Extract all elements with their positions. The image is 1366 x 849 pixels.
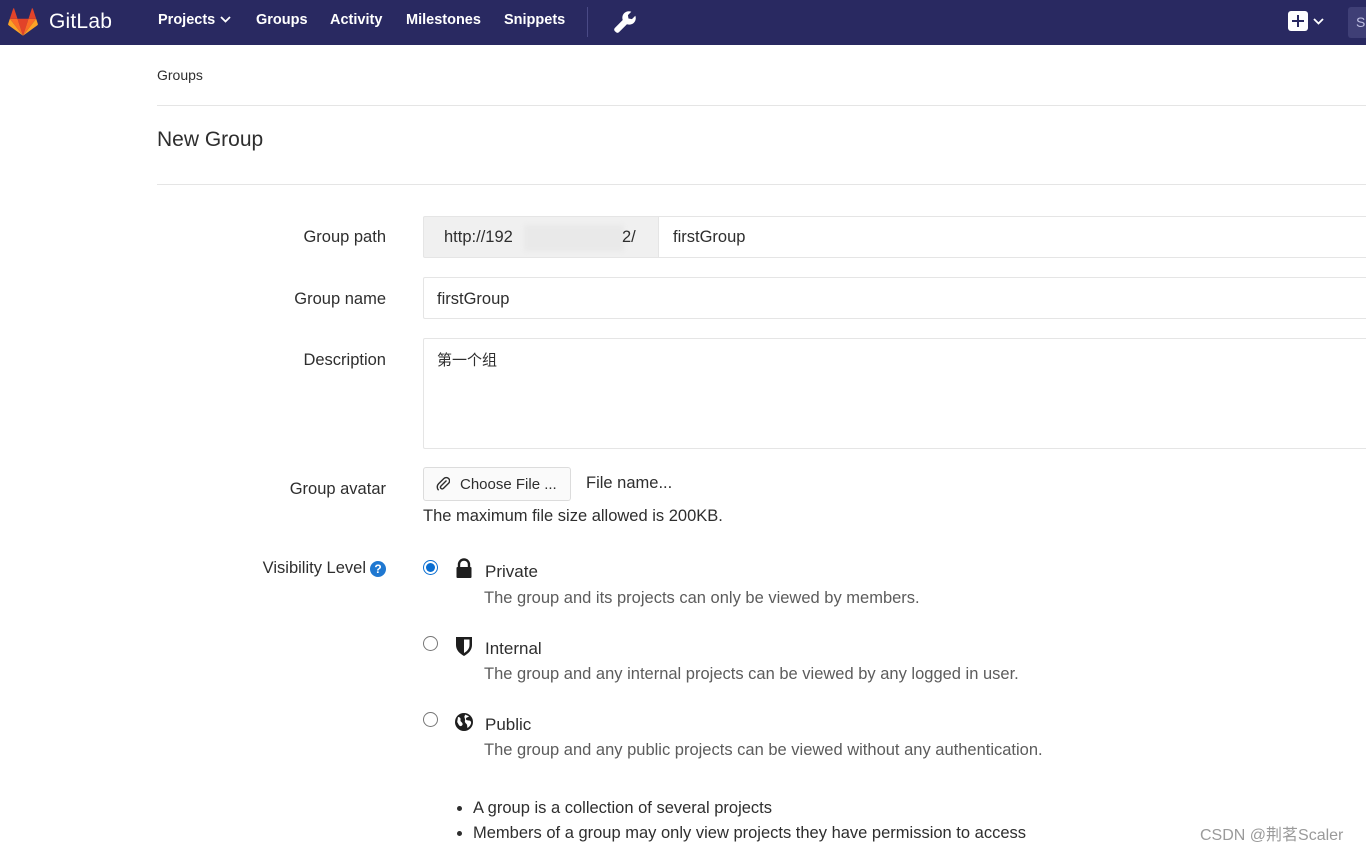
gitlab-logo-icon bbox=[8, 8, 38, 36]
avatar-size-hint: The maximum file size allowed is 200KB. bbox=[423, 507, 723, 525]
page-title: New Group bbox=[157, 128, 264, 151]
nav-projects[interactable]: Projects bbox=[158, 12, 231, 28]
plus-square-icon bbox=[1288, 11, 1308, 31]
choose-file-button[interactable]: Choose File ... bbox=[423, 467, 571, 501]
group-name-input[interactable]: firstGroup bbox=[423, 277, 1366, 319]
search-input[interactable]: S bbox=[1348, 7, 1366, 38]
chevron-down-icon bbox=[1313, 17, 1324, 25]
group-path-label: Group path bbox=[303, 228, 386, 246]
shield-icon bbox=[456, 637, 472, 656]
visibility-public-description: The group and any public projects can be… bbox=[484, 741, 1043, 759]
top-navbar: GitLab Projects Groups Activity Mileston… bbox=[0, 0, 1366, 45]
group-path-input[interactable]: firstGroup bbox=[658, 216, 1366, 258]
group-name-label: Group name bbox=[294, 290, 386, 308]
description-label: Description bbox=[303, 351, 386, 369]
visibility-public-radio[interactable] bbox=[423, 712, 438, 727]
visibility-level-text: Visibility Level bbox=[262, 559, 366, 577]
visibility-internal-radio[interactable] bbox=[423, 636, 438, 651]
visibility-internal-description: The group and any internal projects can … bbox=[484, 665, 1019, 683]
breadcrumb-divider bbox=[157, 105, 1366, 106]
lock-icon bbox=[456, 558, 472, 578]
visibility-level-label: Visibility Level? bbox=[157, 559, 386, 578]
visibility-private-radio[interactable] bbox=[423, 560, 438, 575]
group-path-prefix-end: 2/ bbox=[622, 228, 636, 246]
group-info-list: A group is a collection of several proje… bbox=[452, 796, 1026, 846]
chevron-down-icon bbox=[220, 16, 231, 23]
visibility-internal-title: Internal bbox=[485, 639, 542, 658]
group-path-prefix: http://192 2/ bbox=[423, 216, 659, 258]
nav-projects-label: Projects bbox=[158, 12, 216, 28]
paperclip-icon bbox=[436, 476, 450, 491]
description-textarea[interactable]: 第一个组 bbox=[423, 338, 1366, 449]
nav-milestones[interactable]: Milestones bbox=[406, 12, 481, 28]
visibility-private-description: The group and its projects can only be v… bbox=[484, 589, 920, 607]
selected-file-name: File name... bbox=[586, 474, 673, 492]
group-path-prefix-start: http://192 bbox=[444, 228, 513, 246]
nav-activity[interactable]: Activity bbox=[330, 12, 382, 28]
nav-divider bbox=[587, 7, 588, 37]
globe-icon bbox=[455, 713, 473, 731]
new-item-dropdown[interactable] bbox=[1288, 11, 1324, 31]
redacted-ip-mask bbox=[524, 225, 624, 251]
visibility-private-title: Private bbox=[485, 562, 538, 581]
nav-snippets[interactable]: Snippets bbox=[504, 12, 565, 28]
choose-file-label: Choose File ... bbox=[460, 475, 557, 493]
csdn-watermark: CSDN @荆茗Scaler bbox=[1200, 827, 1344, 844]
list-item: Members of a group may only view project… bbox=[473, 821, 1026, 846]
question-circle-icon[interactable]: ? bbox=[370, 561, 386, 577]
visibility-public-title: Public bbox=[485, 715, 532, 734]
nav-groups[interactable]: Groups bbox=[256, 12, 308, 28]
breadcrumb[interactable]: Groups bbox=[157, 67, 203, 83]
list-item: A group is a collection of several proje… bbox=[473, 796, 1026, 821]
admin-wrench-icon[interactable] bbox=[612, 9, 638, 35]
group-avatar-label: Group avatar bbox=[289, 480, 386, 498]
gitlab-home-link[interactable]: GitLab bbox=[8, 6, 112, 38]
title-divider bbox=[157, 184, 1366, 185]
app-name: GitLab bbox=[49, 10, 113, 33]
